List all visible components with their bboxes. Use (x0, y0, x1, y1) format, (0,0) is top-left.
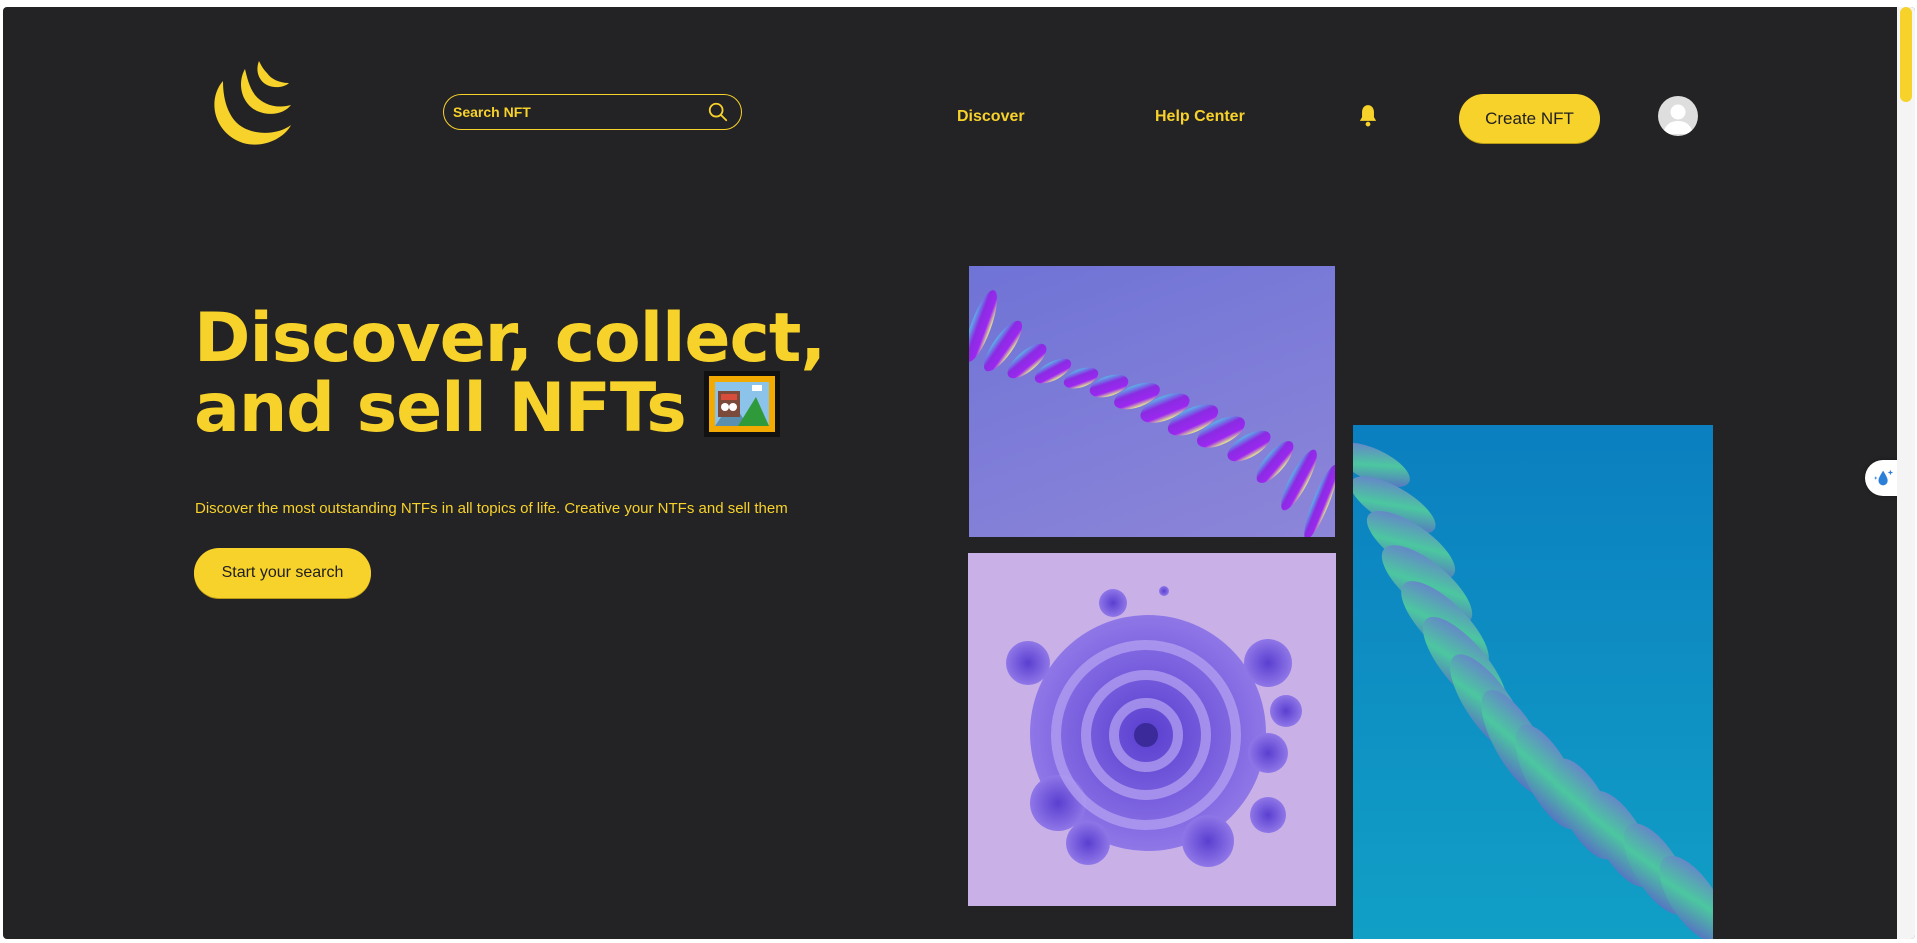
page-frame: Discover Help Center Create NFT Discover… (3, 7, 1915, 939)
hero-title-line-2: and sell NFTs (194, 371, 825, 445)
search-bar[interactable] (443, 94, 742, 130)
bell-icon[interactable] (1355, 103, 1381, 129)
search-input[interactable] (453, 104, 707, 120)
page-scrollbar[interactable] (1897, 7, 1915, 939)
logo-moon-icon[interactable] (205, 59, 300, 147)
scrollbar-thumb[interactable] (1900, 7, 1912, 102)
search-icon[interactable] (707, 101, 729, 123)
nft-artwork-swirl[interactable] (968, 553, 1336, 906)
nft-artwork-wave[interactable] (1353, 425, 1713, 939)
nft-artwork-ribbon[interactable] (969, 266, 1335, 537)
framed-picture-icon (703, 371, 780, 438)
start-search-button[interactable]: Start your search (194, 548, 371, 598)
hero-subtitle: Discover the most outstanding NTFs in al… (195, 500, 788, 517)
nav-help-center-link[interactable]: Help Center (1155, 108, 1245, 126)
nav-discover-link[interactable]: Discover (957, 108, 1025, 126)
hero-title-line-1: Discover, collect, (194, 299, 826, 378)
hero-title: Discover, collect, and sell NFTs (194, 299, 826, 445)
hero-title-line-2-text: and sell NFTs (194, 369, 687, 448)
create-nft-button[interactable]: Create NFT (1459, 94, 1600, 143)
user-avatar-icon[interactable] (1658, 96, 1698, 136)
